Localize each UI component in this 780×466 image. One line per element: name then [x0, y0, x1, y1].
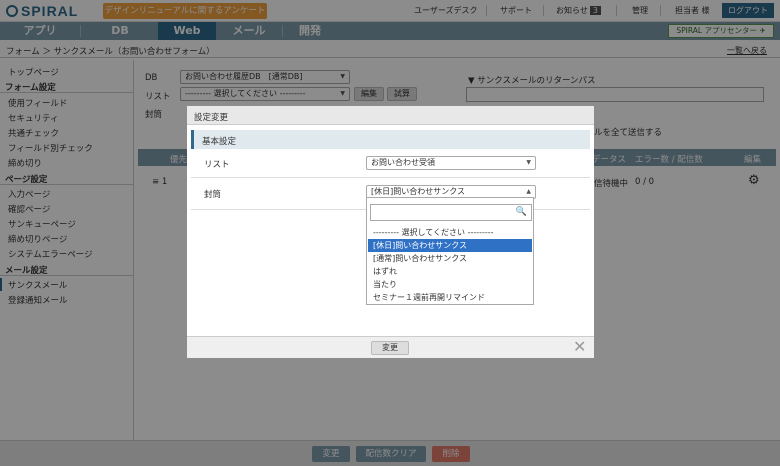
dropdown-option[interactable]: はずれ	[368, 265, 532, 278]
modal-list-select[interactable]: お問い合わせ受領 ▼	[366, 156, 536, 170]
modal-change-button[interactable]: 変更	[371, 341, 409, 355]
close-icon[interactable]: ✕	[573, 338, 586, 356]
dropdown-option[interactable]: 当たり	[368, 278, 532, 291]
dropdown-option[interactable]: [通常]問い合わせサンクス	[368, 252, 532, 265]
modal-list-value: お問い合わせ受領	[371, 158, 435, 167]
modal-title: 設定変更	[194, 113, 229, 123]
modal-envelope-value: [休日]問い合わせサンクス	[371, 187, 466, 196]
divider	[191, 177, 590, 178]
dropdown-option[interactable]: --------- 選択してください ---------	[368, 226, 532, 239]
chevron-down-icon: ▼	[526, 159, 531, 166]
section-title: 基本設定	[202, 137, 237, 147]
modal-header: 設定変更	[187, 106, 594, 125]
section-header: 基本設定	[191, 130, 590, 149]
modal-footer: 変更 ✕	[187, 336, 594, 358]
search-icon: 🔍	[515, 207, 527, 217]
dropdown-search-input[interactable]: 🔍	[370, 204, 532, 221]
dropdown-option-selected[interactable]: [休日]問い合わせサンクス	[368, 239, 532, 252]
modal-envelope-label: 封筒	[204, 190, 222, 200]
dropdown-option[interactable]: セミナー１週前再開リマインド	[368, 291, 532, 304]
modal-list-label: リスト	[204, 160, 230, 170]
envelope-dropdown: 🔍 --------- 選択してください --------- [休日]問い合わせ…	[366, 197, 534, 305]
